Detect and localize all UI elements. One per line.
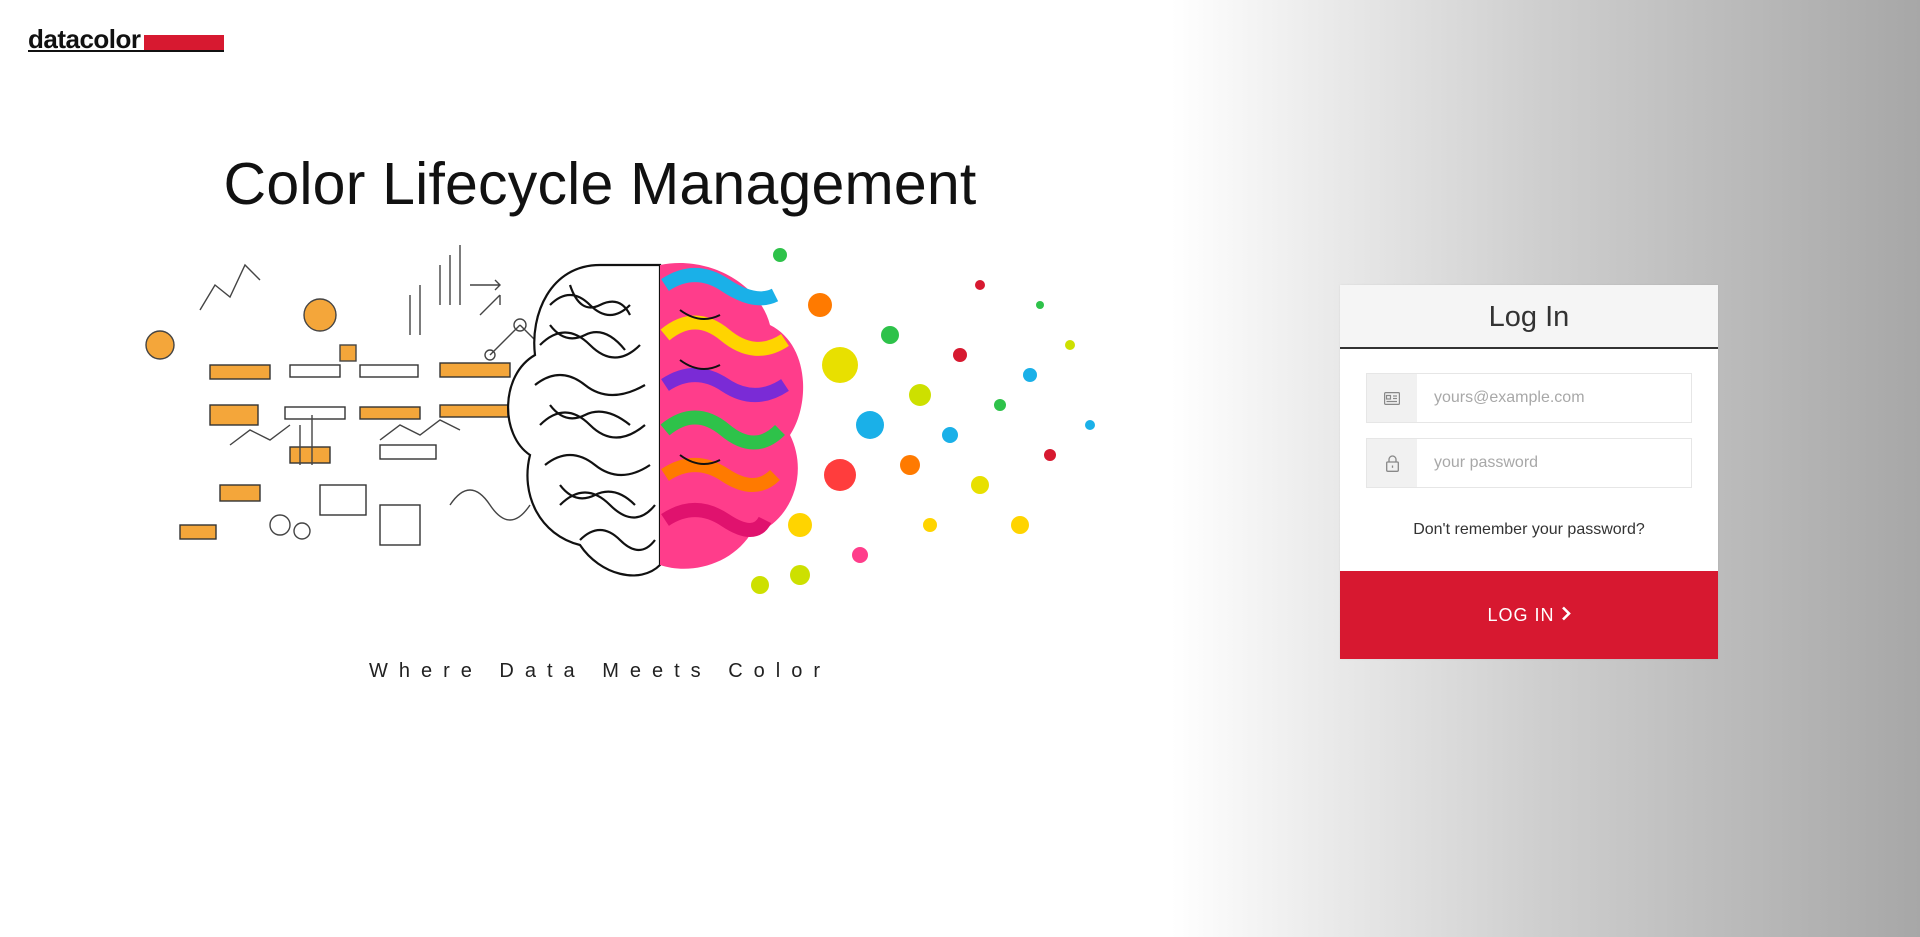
login-button[interactable]: LOG IN [1340,571,1718,659]
login-button-label: LOG IN [1487,604,1555,625]
email-field-group [1366,373,1692,423]
password-field-group [1366,438,1692,488]
email-input[interactable] [1417,374,1691,422]
logo-red-bar [144,35,224,50]
login-heading: Log In [1340,285,1718,349]
logo-text: datacolor [28,24,141,54]
sketch-doodles [145,245,556,546]
brain-sketch [507,263,662,577]
login-card: Log In Don't remember your password? LOG… [1340,285,1718,659]
id-card-icon [1367,374,1417,422]
logo-underline [28,50,224,52]
hero-tagline: Where Data Meets Color [368,660,832,682]
paint-splash [751,248,1095,594]
password-input[interactable] [1417,439,1691,487]
datacolor-logo: datacolor [28,26,224,54]
forgot-password-link[interactable]: Don't remember your password? [1340,521,1718,539]
hero-title: Color Lifecycle Management [223,151,977,217]
brain-color [660,263,804,569]
brain-illustration [145,245,1095,594]
lock-icon [1367,439,1417,487]
chevron-right-icon [1561,605,1571,626]
